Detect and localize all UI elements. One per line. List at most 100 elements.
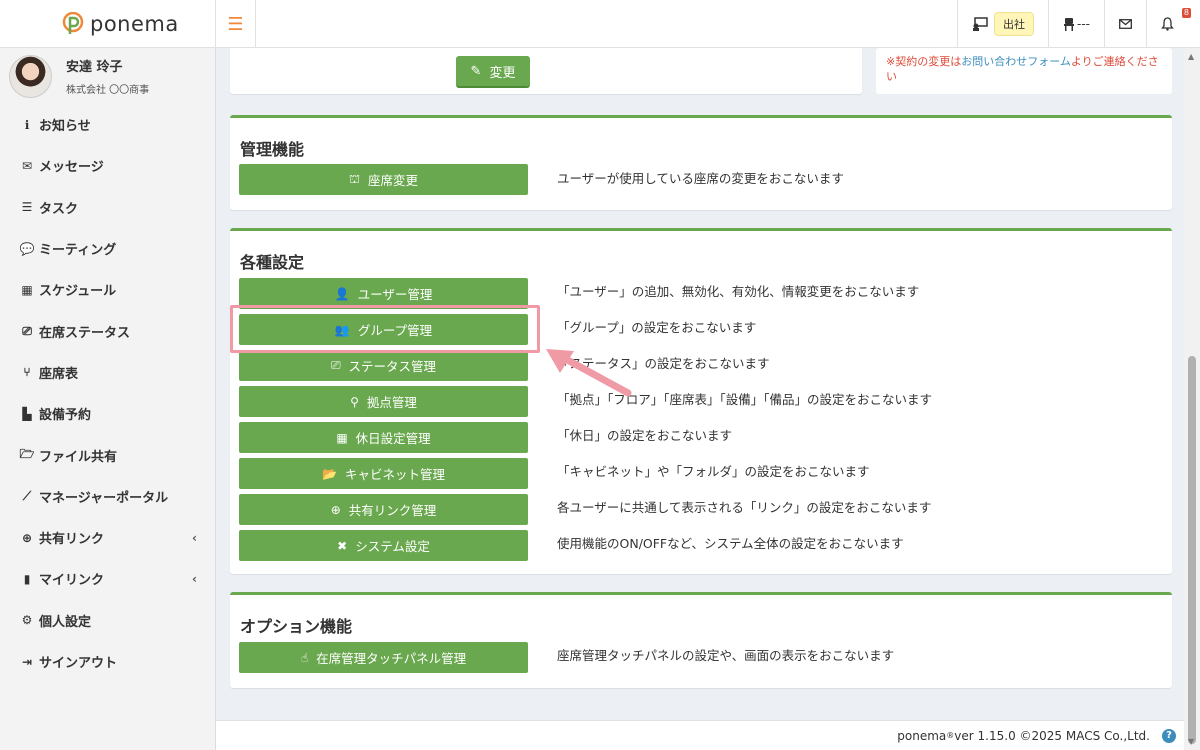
equipment-icon: ▙	[22, 406, 32, 421]
sidebar-item-notices[interactable]: ℹ お知らせ	[0, 104, 215, 145]
bookmark-icon: ▮	[23, 571, 31, 586]
sidebar-item-presence[interactable]: ⎚ 在席ステータス	[0, 310, 215, 351]
sidebar-item-messages[interactable]: ✉ メッセージ	[0, 145, 215, 186]
main-content: ✎ 変更 ※契約の変更はお問い合わせフォームよりご連絡くださ い 管理機能 ⛫ 座…	[216, 48, 1184, 720]
globe-icon: ⊕	[21, 530, 33, 545]
envelope-icon	[1119, 19, 1132, 29]
users-icon: 👥	[334, 322, 350, 337]
footer-brand: ponema	[897, 728, 947, 743]
seat-value: ---	[1077, 17, 1090, 31]
option-functions-box: オプション機能 ☝ 在席管理タッチパネル管理 座席管理タッチパネルの設定や、画面の…	[230, 592, 1172, 688]
ponema-logo-icon	[62, 12, 84, 34]
group-management-button[interactable]: 👥 グループ管理	[239, 314, 528, 345]
notifications-button[interactable]: 8	[1146, 0, 1200, 48]
calendar-icon: ▦	[21, 282, 33, 297]
calendar-icon: ▦	[336, 430, 348, 445]
group-management-desc: 「グループ」の設定をおこないます	[557, 320, 757, 335]
holiday-management-button[interactable]: ▦ 休日設定管理	[239, 422, 528, 453]
user-management-desc: 「ユーザー」の追加、無効化、有効化、情報変更をおこないます	[557, 284, 920, 299]
scroll-up-icon[interactable]: ▲	[1188, 52, 1194, 61]
sidebar-item-file-share[interactable]: 🗁 ファイル共有	[0, 434, 215, 475]
change-button[interactable]: ✎ 変更	[456, 56, 530, 88]
app-name: ponema	[90, 12, 179, 36]
settings-box: 各種設定 👤 ユーザー管理 「ユーザー」の追加、無効化、有効化、情報変更をおこない…	[230, 228, 1172, 574]
section-title: 各種設定	[240, 253, 305, 272]
shared-link-management-button[interactable]: ⊕ 共有リンク管理	[239, 494, 528, 525]
chair-icon	[1064, 18, 1074, 31]
cabinet-management-desc: 「キャビネット」や「フォルダ」の設定をおこないます	[557, 464, 870, 479]
contact-form-link[interactable]: お問い合わせフォーム	[961, 55, 1071, 68]
desk-icon: ⛫	[348, 171, 360, 186]
footer: ponema ® ver 1.15.0 ©2025 MACS Co.,Ltd. ?	[216, 720, 1184, 750]
top-header: ponema ☰ 出社 --- 8	[0, 0, 1200, 48]
logo[interactable]: ponema	[0, 0, 216, 48]
chevron-left-icon: ‹	[192, 571, 197, 586]
notification-count-badge: 8	[1181, 8, 1191, 18]
touch-panel-desc: 座席管理タッチパネルの設定や、画面の表示をおこないます	[557, 648, 895, 663]
globe-icon: ⊕	[330, 502, 341, 517]
sidebar-item-schedule[interactable]: ▦ スケジュール	[0, 269, 215, 310]
user-icon: 👤	[334, 286, 350, 301]
sidebar-item-seating-chart[interactable]: ⑂ 座席表	[0, 352, 215, 393]
sidebar-item-my-links[interactable]: ▮ マイリンク ‹	[0, 558, 215, 599]
status-icon: ⎚	[330, 358, 341, 372]
cabinet-management-button[interactable]: 📂 キャビネット管理	[239, 458, 528, 489]
status-management-desc: 「ステータス」の設定をおこないます	[557, 356, 770, 371]
hand-pointer-icon: ☝	[300, 650, 309, 665]
location-management-desc: 「拠点」「フロア」「座席表」「設備」「備品」の設定をおこないます	[557, 392, 933, 407]
touch-panel-management-button[interactable]: ☝ 在席管理タッチパネル管理	[239, 642, 528, 673]
avatar	[9, 54, 52, 98]
scrollbar[interactable]: ▲ ▼	[1184, 48, 1200, 750]
holiday-management-desc: 「休日」の設定をおこないます	[557, 428, 733, 443]
sidebar-item-meetings[interactable]: 💬 ミーティング	[0, 228, 215, 269]
sidebar-item-sign-out[interactable]: ⇥ サインアウト	[0, 641, 215, 682]
edit-icon: ✎	[470, 63, 482, 79]
shared-link-management-desc: 各ユーザーに共通して表示される「リンク」の設定をおこないます	[557, 500, 932, 515]
scroll-down-icon[interactable]: ▼	[1188, 737, 1194, 746]
folder-open-icon: 📂	[322, 466, 337, 481]
checklist-icon: ☰	[21, 200, 33, 215]
status-management-button[interactable]: ⎚ ステータス管理	[239, 350, 528, 381]
sidebar-item-shared-links[interactable]: ⊕ 共有リンク ‹	[0, 517, 215, 558]
footer-reg: ®	[946, 731, 955, 740]
user-panel[interactable]: 安達 玲子 株式会社 〇〇商事	[0, 48, 215, 104]
user-name: 安達 玲子	[66, 60, 123, 75]
user-company: 株式会社 〇〇商事	[66, 85, 150, 96]
messages-button[interactable]	[1104, 0, 1146, 48]
help-icon[interactable]: ?	[1162, 728, 1176, 743]
sidebar-item-manager-portal[interactable]: ⟋ マネージャーポータル	[0, 476, 215, 517]
bell-icon	[1161, 17, 1174, 31]
sign-out-icon: ⇥	[21, 654, 33, 669]
info-circle-icon: ℹ	[24, 117, 30, 132]
envelope-icon: ✉	[21, 158, 33, 173]
seat-change-button[interactable]: ⛫ 座席変更	[239, 164, 528, 195]
attendance-badge: 出社	[994, 12, 1034, 36]
menu-toggle-button[interactable]: ☰	[216, 0, 256, 48]
chair-icon: ⑂	[23, 365, 31, 380]
seat-indicator[interactable]: ---	[1048, 0, 1104, 48]
section-title: オプション機能	[240, 617, 353, 636]
sidebar: 安達 玲子 株式会社 〇〇商事 ℹ お知らせ ✉ メッセージ ☰ タスク 💬 ミーティン…	[0, 48, 216, 750]
system-settings-button[interactable]: ✖ システム設定	[239, 530, 528, 561]
footer-version: ver 1.15.0 ©2025 MACS Co.,Ltd.	[954, 728, 1150, 743]
sidebar-item-personal-settings[interactable]: ⚙ 個人設定	[0, 600, 215, 641]
user-management-button[interactable]: 👤 ユーザー管理	[239, 278, 528, 309]
seat-change-desc: ユーザーが使用している座席の変更をおこないます	[557, 171, 844, 186]
scroll-thumb[interactable]	[1188, 356, 1196, 744]
folder-icon: 🗁	[19, 446, 35, 461]
admin-functions-box: 管理機能 ⛫ 座席変更 ユーザーが使用している座席の変更をおこないます	[230, 115, 1172, 210]
chevron-left-icon: ‹	[192, 530, 197, 545]
gear-icon: ⚙	[21, 613, 33, 628]
contract-notice: ※契約の変更はお問い合わせフォームよりご連絡くださ い	[876, 48, 1172, 94]
tools-icon: ✖	[337, 538, 348, 553]
chart-icon: ⟋	[22, 488, 32, 503]
sidebar-item-tasks[interactable]: ☰ タスク	[0, 187, 215, 228]
comments-icon: 💬	[19, 241, 35, 256]
status-icon: ⎚	[22, 323, 32, 338]
attendance-status[interactable]: 出社	[957, 0, 1048, 48]
system-settings-desc: 使用機能のON/OFFなど、システム全体の設定をおこないます	[557, 536, 904, 551]
contract-box: ✎ 変更	[230, 48, 862, 94]
location-management-button[interactable]: ⚲ 拠点管理	[239, 386, 528, 417]
sidebar-item-equipment[interactable]: ▙ 設備予約	[0, 393, 215, 434]
section-title: 管理機能	[240, 140, 305, 159]
